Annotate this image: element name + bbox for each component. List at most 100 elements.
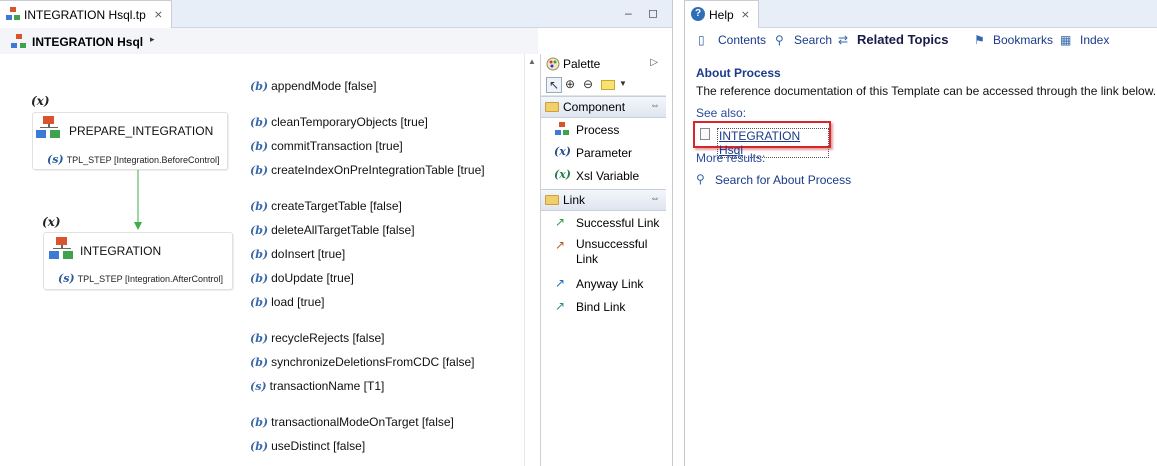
parameter-icon: (x) <box>554 145 571 158</box>
diagram-canvas[interactable]: (x) PREPARE_INTEGRATION (s) TPL_STEP [Int… <box>0 54 524 466</box>
maximize-icon[interactable]: ◻ <box>648 6 658 20</box>
parameter-item[interactable]: (b) transactionalModeOnTarget [false] <box>250 415 454 429</box>
help-tab-label: Help <box>709 8 734 22</box>
editor-header: INTEGRATION Hsql ▸ <box>0 28 538 54</box>
param-label: transactionName [T1] <box>269 379 385 393</box>
search-about-link[interactable]: Search for About Process <box>715 173 851 187</box>
minimize-icon[interactable]: – <box>625 6 632 20</box>
drawer-pin-icon[interactable]: ⇔ <box>650 100 660 111</box>
dropdown-arrow-icon[interactable]: ▼ <box>619 79 627 88</box>
help-nav-index[interactable]: Index <box>1080 33 1109 47</box>
process-icon <box>555 122 569 136</box>
parameter-item[interactable]: (b) createIndexOnPreIntegrationTable [tru… <box>250 163 485 177</box>
help-nav-search[interactable]: Search <box>794 33 832 47</box>
editor-tab-title: INTEGRATION Hsql.tp <box>24 8 146 22</box>
palette-item-label: Xsl Variable <box>576 169 640 183</box>
editor-pane: INTEGRATION Hsql.tp ⨯ – ◻ INTEGRATION Hs… <box>0 0 673 466</box>
palette-item-label: Successful Link <box>576 216 660 230</box>
folder-open-icon <box>545 102 559 112</box>
collapse-palette-icon[interactable]: ▷ <box>650 57 658 68</box>
param-label: doInsert [true] <box>271 247 346 261</box>
scroll-up-icon[interactable]: ▲ <box>528 57 536 66</box>
bind-link-icon: ↗ <box>555 299 566 313</box>
palette-item-successful-link[interactable]: ↗ Successful Link <box>541 211 666 234</box>
palette-item-label: Process <box>576 123 620 137</box>
parameter-item[interactable]: (b) commitTransaction [true] <box>250 139 403 153</box>
link-drawer[interactable]: Link ⇔ <box>541 189 666 211</box>
note-icon[interactable] <box>601 80 615 90</box>
help-tab[interactable]: ? Help ⨯ <box>685 0 759 28</box>
param-label: createTargetTable [false] <box>271 199 402 213</box>
palette-item-anyway-link[interactable]: ↗ Anyway Link <box>541 272 666 295</box>
editor-tab[interactable]: INTEGRATION Hsql.tp ⨯ <box>0 0 172 28</box>
param-marker: (b) <box>250 272 269 285</box>
param-marker: (b) <box>250 248 269 261</box>
editor-header-title: INTEGRATION Hsql <box>32 35 144 49</box>
parameter-item[interactable]: (b) deleteAllTargetTable [false] <box>250 223 415 237</box>
parameter-item[interactable]: (b) recycleRejects [false] <box>250 331 384 345</box>
palette-title: Palette <box>563 57 601 71</box>
chevron-right-icon[interactable]: ▸ <box>150 34 155 45</box>
doc-link-highlight: INTEGRATION Hsql <box>693 121 831 158</box>
palette-toolbar: ↖ ⊕ ⊖ ▼ <box>541 74 666 96</box>
palette-item-unsuccessful-link[interactable]: ↗ Unsuccessful Link <box>541 234 666 272</box>
vertical-scrollbar[interactable]: ▲ <box>524 54 538 466</box>
parameter-item[interactable]: (b) doInsert [true] <box>250 247 345 261</box>
component-drawer[interactable]: Component ⇔ <box>541 96 666 118</box>
contents-icon: ▯ <box>698 33 705 47</box>
parameter-item[interactable]: (s) transactionName [T1] <box>250 379 384 393</box>
param-marker: (b) <box>250 164 269 177</box>
zoom-out-icon[interactable]: ⊖ <box>583 77 593 91</box>
parameter-item[interactable]: (b) useDistinct [false] <box>250 439 365 453</box>
component-drawer-label: Component <box>563 100 626 114</box>
param-marker: (b) <box>250 356 269 369</box>
param-label: commitTransaction [true] <box>271 139 403 153</box>
process-node-integration[interactable]: INTEGRATION (s) TPL_STEP [Integration.Aft… <box>43 232 233 290</box>
process-node-prepare-integration[interactable]: PREPARE_INTEGRATION (s) TPL_STEP [Integra… <box>32 112 228 170</box>
parameter-item[interactable]: (b) createTargetTable [false] <box>250 199 402 213</box>
param-marker: (b) <box>250 296 269 309</box>
index-icon: ▦ <box>1060 33 1072 47</box>
process-icon <box>6 7 20 21</box>
help-nav-related-topics[interactable]: Related Topics <box>857 32 949 47</box>
palette-item-xsl-variable[interactable]: (x) Xsl Variable <box>541 164 666 187</box>
search-icon: ⚲ <box>696 172 705 186</box>
node-title: PREPARE_INTEGRATION <box>69 124 214 138</box>
drawer-pin-icon[interactable]: ⇔ <box>650 193 660 204</box>
palette-item-label: Anyway Link <box>576 277 644 291</box>
link-drawer-label: Link <box>563 193 586 207</box>
close-icon[interactable]: ⨯ <box>741 8 750 21</box>
parameter-item[interactable]: (b) load [true] <box>250 295 324 309</box>
help-view: ? Help ⨯ ▯ Contents ⚲ Search ⇄ Related T… <box>684 0 1157 466</box>
param-label: transactionalModeOnTarget [false] <box>271 415 454 429</box>
bookmarks-icon: ⚑ <box>974 33 985 47</box>
select-arrow-icon[interactable]: ↖ <box>546 77 563 93</box>
help-description: The reference documentation of this Temp… <box>696 84 1157 98</box>
parameter-item[interactable]: (b) synchronizeDeletionsFromCDC [false] <box>250 355 475 369</box>
help-nav-contents[interactable]: Contents <box>718 33 766 47</box>
param-marker: (b) <box>250 80 269 93</box>
node-title: INTEGRATION <box>80 244 162 258</box>
zoom-in-icon[interactable]: ⊕ <box>565 77 575 91</box>
search-icon: ⚲ <box>775 33 784 47</box>
param-marker: (s) <box>250 380 267 393</box>
palette-item-parameter[interactable]: (x) Parameter <box>541 141 666 164</box>
folder-open-icon <box>545 195 559 205</box>
more-results-label: More results: <box>696 151 766 165</box>
node-step: (s) TPL_STEP [Integration.BeforeControl] <box>47 153 220 166</box>
param-label: useDistinct [false] <box>271 439 366 453</box>
process-icon <box>11 34 27 49</box>
palette: Palette ▷ ↖ ⊕ ⊖ ▼ Component ⇔ Process (x… <box>540 54 666 466</box>
palette-item-bind-link[interactable]: ↗ Bind Link <box>541 295 666 318</box>
param-marker: (b) <box>250 440 269 453</box>
palette-header: Palette ▷ <box>541 54 666 74</box>
parameter-item[interactable]: (b) cleanTemporaryObjects [true] <box>250 115 428 129</box>
palette-item-process[interactable]: Process <box>541 118 666 141</box>
close-icon[interactable]: ⨯ <box>154 8 163 21</box>
help-nav-bookmarks[interactable]: Bookmarks <box>993 33 1053 47</box>
parameter-item[interactable]: (b) doUpdate [true] <box>250 271 354 285</box>
parameter-item[interactable]: (b) appendMode [false] <box>250 79 377 93</box>
link-arrow[interactable] <box>130 170 146 232</box>
see-also-label: See also: <box>696 106 747 120</box>
xsl-variable-icon: (x) <box>554 168 571 181</box>
